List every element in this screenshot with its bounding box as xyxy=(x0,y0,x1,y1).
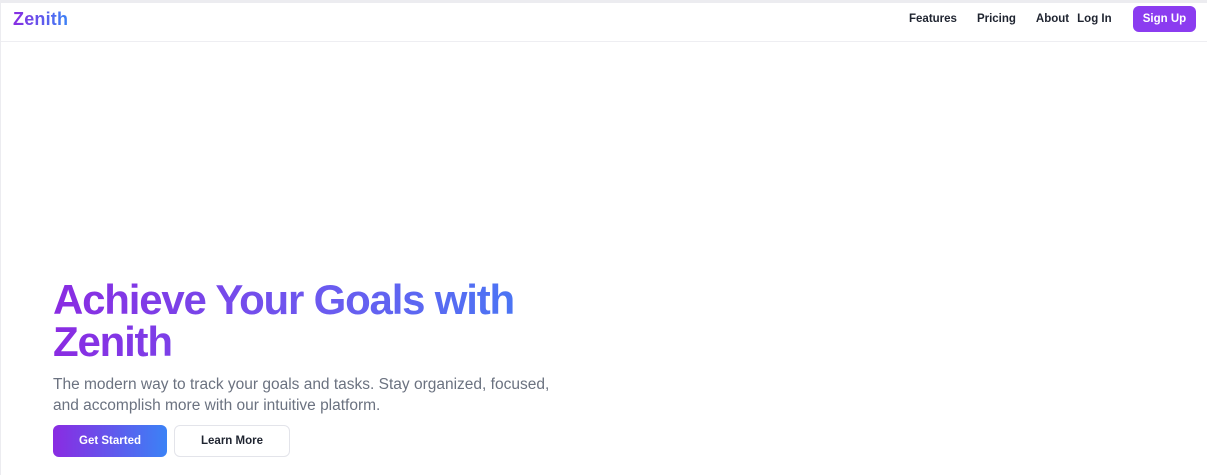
landing-page: Zenith Features Pricing About Log In Sig… xyxy=(0,0,1207,475)
login-link[interactable]: Log In xyxy=(1077,13,1112,25)
nav-links: Features Pricing About Log In xyxy=(909,13,1112,25)
signup-button[interactable]: Sign Up xyxy=(1133,6,1196,32)
hero-title: Achieve Your Goals with Zenith xyxy=(53,279,613,363)
nav-link-pricing[interactable]: Pricing xyxy=(977,13,1016,25)
brand-logo[interactable]: Zenith xyxy=(13,9,68,30)
nav-link-features[interactable]: Features xyxy=(909,13,957,25)
top-navbar: Zenith Features Pricing About Log In Sig… xyxy=(1,3,1207,42)
learn-more-button[interactable]: Learn More xyxy=(174,425,290,457)
hero-subtitle: The modern way to track your goals and t… xyxy=(53,376,550,414)
get-started-button[interactable]: Get Started xyxy=(53,425,167,457)
nav-link-about[interactable]: About xyxy=(1036,13,1069,25)
